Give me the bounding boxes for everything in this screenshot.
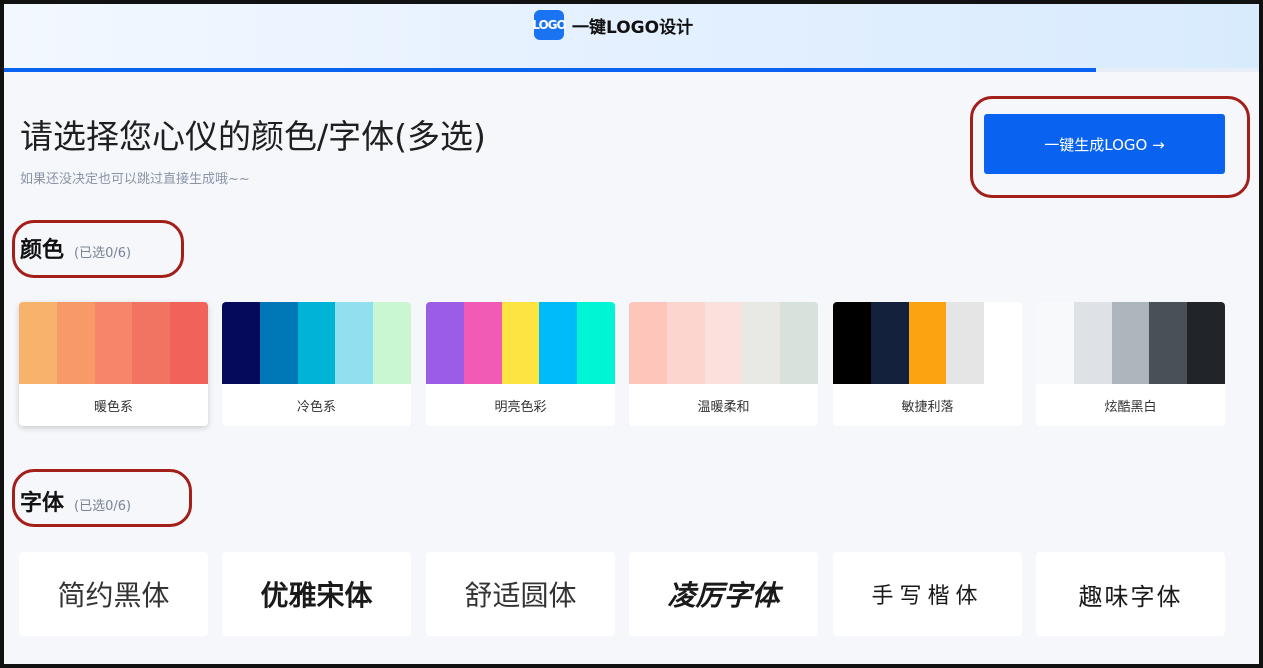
fonts-heading: 字体 (已选0/6) <box>20 485 131 517</box>
palette-label: 冷色系 <box>296 399 336 415</box>
palette-swatches <box>222 302 411 384</box>
color-swatch <box>94 302 133 384</box>
logo-icon: LOGO <box>532 10 567 40</box>
color-swatch <box>335 302 374 384</box>
font-card-fun[interactable]: 趣味字体 <box>1036 552 1225 636</box>
palette-label: 温暖柔和 <box>697 399 750 415</box>
color-swatch <box>56 302 95 384</box>
color-swatch <box>742 302 781 384</box>
palette-card-warm[interactable]: 暖色系 <box>19 302 208 426</box>
page-title: 请选择您心仪的颜色/字体(多选) <box>20 117 486 156</box>
palette-swatches <box>629 302 818 384</box>
color-swatch <box>629 302 667 384</box>
font-card-handwriting[interactable]: 手写楷体 <box>833 552 1022 636</box>
color-swatch <box>501 302 540 384</box>
color-swatch <box>297 302 336 384</box>
color-swatch <box>666 302 705 384</box>
font-card-round[interactable]: 舒适圆体 <box>426 552 615 636</box>
palette-label: 敏捷利落 <box>901 399 954 415</box>
font-card-serif[interactable]: 优雅宋体 <box>222 552 411 636</box>
color-swatch <box>908 302 947 384</box>
color-swatch <box>222 302 260 384</box>
fonts-title: 字体 <box>20 491 65 516</box>
color-swatch <box>1111 302 1150 384</box>
color-swatch <box>1036 302 1074 384</box>
progress-fill <box>4 68 1096 72</box>
color-swatch <box>946 302 985 384</box>
palette-card-monochrome[interactable]: 炫酷黑白 <box>1036 302 1225 426</box>
color-swatch <box>833 302 871 384</box>
color-swatch <box>780 302 818 384</box>
palette-swatches <box>19 302 208 384</box>
color-swatch <box>426 302 464 384</box>
brand: LOGO 一键LOGO设计 <box>532 9 694 41</box>
color-swatch <box>539 302 578 384</box>
colors-heading: 颜色 (已选0/6) <box>20 232 131 264</box>
top-bar: LOGO 一键LOGO设计 <box>4 4 1259 68</box>
color-swatch <box>577 302 615 384</box>
color-swatch <box>1073 302 1112 384</box>
color-swatch <box>984 302 1022 384</box>
font-card-sharp[interactable]: 凌厉字体 <box>629 552 818 636</box>
color-swatch <box>19 302 57 384</box>
page-subtitle: 如果还没决定也可以跳过直接生成哦~~ <box>20 172 250 187</box>
progress-bar <box>4 68 1259 72</box>
app-name: 一键LOGO设计 <box>572 17 694 38</box>
generate-logo-button[interactable]: 一键生成LOGO → <box>984 114 1225 174</box>
palette-label: 暖色系 <box>93 399 133 415</box>
palette-card-bright[interactable]: 明亮色彩 <box>426 302 615 426</box>
palette-card-agile[interactable]: 敏捷利落 <box>833 302 1022 426</box>
palette-label: 明亮色彩 <box>494 399 547 415</box>
color-swatch <box>870 302 909 384</box>
color-swatch <box>259 302 298 384</box>
colors-count: (已选0/6) <box>74 246 132 261</box>
app-frame: LOGO 一键LOGO设计 请选择您心仪的颜色/字体(多选) 如果还没决定也可以… <box>0 0 1263 668</box>
color-swatch <box>1187 302 1225 384</box>
palette-swatches <box>1036 302 1225 384</box>
color-swatch <box>463 302 502 384</box>
colors-title: 颜色 <box>20 238 65 263</box>
palette-swatches <box>833 302 1022 384</box>
color-swatch <box>704 302 743 384</box>
color-swatch <box>1149 302 1188 384</box>
palette-card-soft[interactable]: 温暖柔和 <box>629 302 818 426</box>
font-card-sans[interactable]: 简约黑体 <box>19 552 208 636</box>
color-swatch <box>373 302 411 384</box>
fonts-count: (已选0/6) <box>74 499 132 514</box>
palette-label: 炫酷黑白 <box>1104 399 1157 415</box>
palette-swatches <box>426 302 615 384</box>
color-swatch <box>132 302 171 384</box>
palette-card-cool[interactable]: 冷色系 <box>222 302 411 426</box>
color-swatch <box>170 302 208 384</box>
